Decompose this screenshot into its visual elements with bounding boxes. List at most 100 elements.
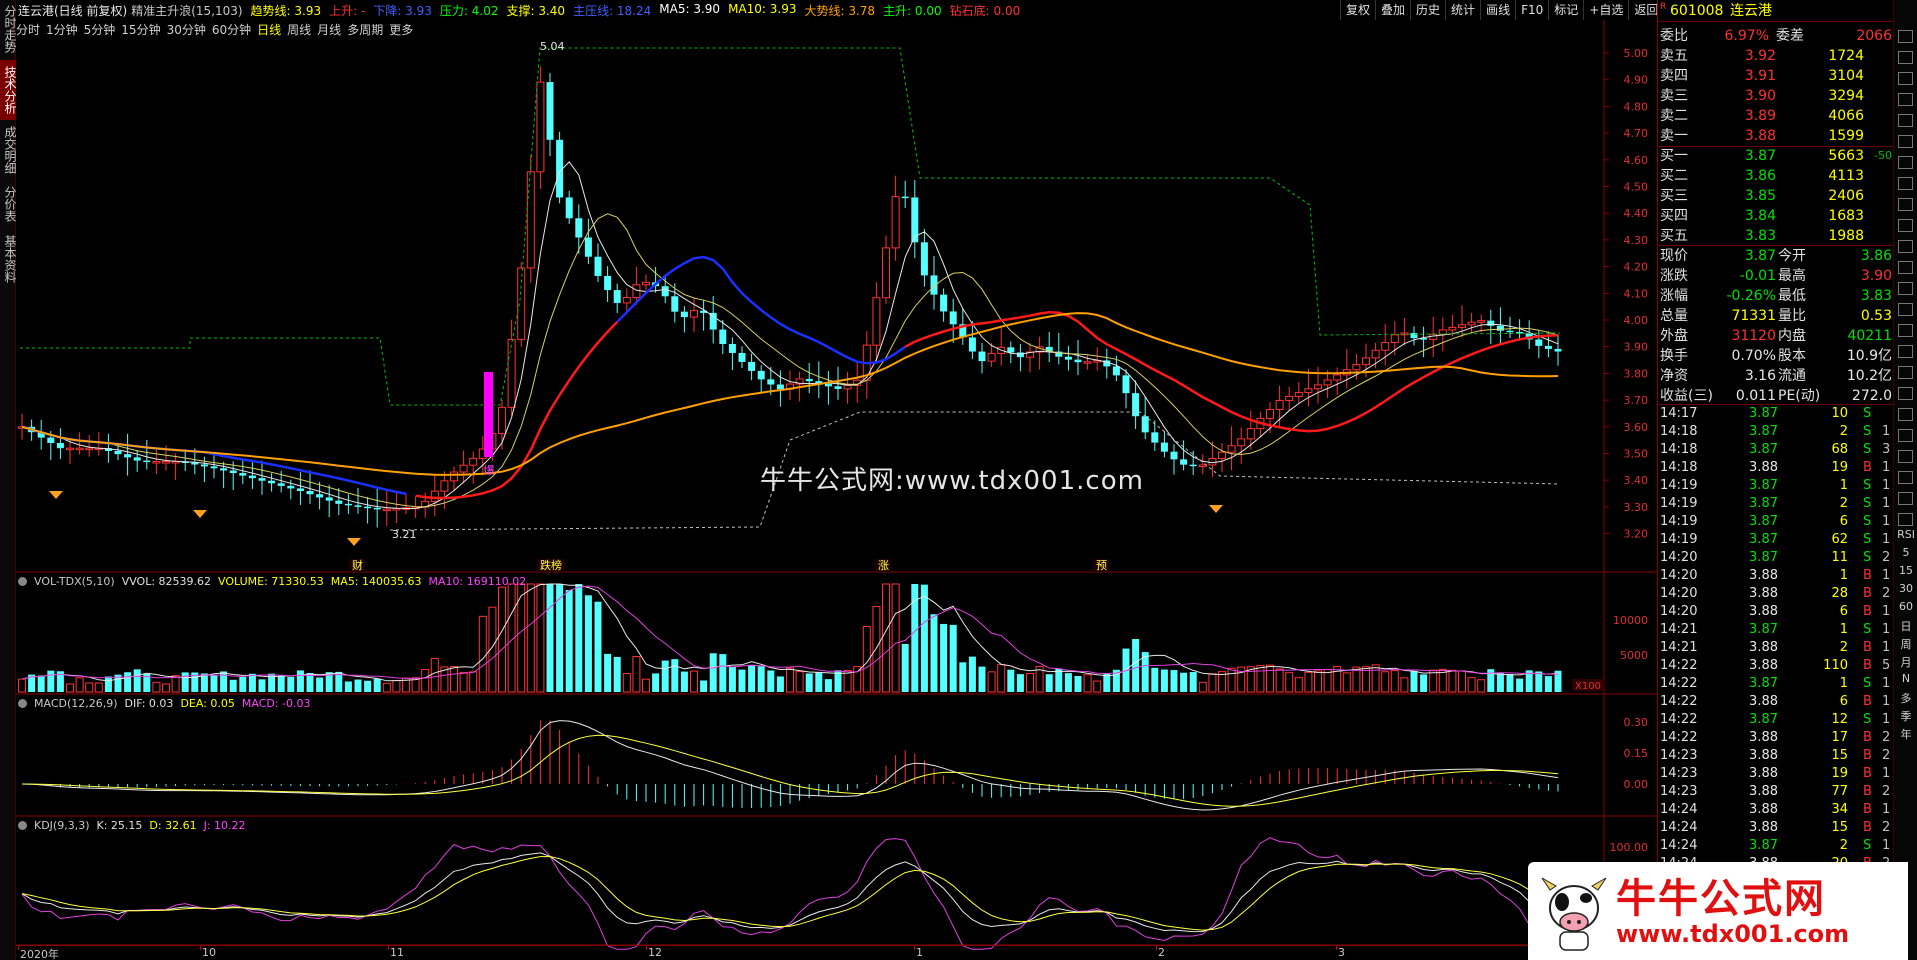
- vol_panel-label-4: MA10: 169110.02: [428, 575, 527, 588]
- time-axis-tick: [1156, 946, 1157, 950]
- export-icon[interactable]: [1898, 387, 1913, 400]
- right-tool-strip: RSI 5 15 30 60 日周月 N 多季年: [1893, 0, 1917, 960]
- info-value: 71331: [1731, 308, 1776, 324]
- candle-body: [296, 488, 304, 492]
- right-tool-1[interactable]: 5: [1897, 546, 1915, 559]
- tick-side: B: [1863, 640, 1872, 655]
- asks-row[interactable]: 卖五 3.92 1724: [1658, 46, 1894, 66]
- search-icon[interactable]: [1898, 219, 1913, 232]
- candle-body: [1074, 359, 1082, 363]
- print-icon[interactable]: [1898, 513, 1913, 526]
- refresh-icon[interactable]: [1898, 471, 1913, 484]
- grid-icon[interactable]: [1898, 135, 1913, 148]
- tick-side: B: [1863, 802, 1872, 817]
- tools-icon[interactable]: [1898, 261, 1913, 274]
- kdj-k-line: [21, 852, 1559, 933]
- note-icon[interactable]: [1898, 429, 1913, 442]
- right-tool-6[interactable]: 周: [1897, 636, 1915, 652]
- candle-body: [1064, 356, 1072, 360]
- tick-volume: 2: [1839, 640, 1848, 655]
- info-value-2: 10.9亿: [1846, 348, 1892, 364]
- volume-bar: [642, 678, 650, 693]
- volume-bar: [565, 589, 573, 692]
- volume-bar: [1180, 672, 1188, 692]
- event-label-2: 涨: [878, 559, 889, 572]
- draw-icon[interactable]: [1898, 282, 1913, 295]
- candle-body: [1275, 399, 1284, 410]
- candle-body: [258, 478, 266, 481]
- right-tool-0[interactable]: RSI: [1897, 528, 1915, 541]
- asks-row[interactable]: 卖四 3.91 3104: [1658, 66, 1894, 86]
- volume-bar: [162, 683, 170, 693]
- volume-bar: [469, 671, 478, 693]
- volume-bar: [1477, 679, 1486, 693]
- tick-price: 3.88: [1749, 586, 1778, 601]
- tick-price: 3.87: [1749, 622, 1778, 637]
- candle-icon[interactable]: [1898, 177, 1913, 190]
- candle-body: [430, 490, 439, 502]
- right-tool-4[interactable]: 60: [1897, 600, 1915, 613]
- right-tool-2[interactable]: 15: [1897, 564, 1915, 577]
- kdj_panel-label-0: KDJ(9,3,3): [34, 819, 90, 832]
- candle-body: [133, 457, 141, 461]
- tick-volume: 17: [1831, 730, 1848, 745]
- link-icon[interactable]: [1898, 366, 1913, 379]
- tick-time: 14:21: [1660, 640, 1698, 655]
- right-tool-5[interactable]: 日: [1897, 618, 1915, 634]
- tick-time: 14:22: [1660, 730, 1698, 745]
- candle-body: [316, 494, 324, 498]
- bids-price: 3.85: [1744, 188, 1776, 204]
- settings-gear-icon[interactable]: [18, 821, 27, 830]
- bids-row[interactable]: 买一 3.87 5663 -50: [1658, 146, 1894, 166]
- bids-row[interactable]: 买三 3.85 2406: [1658, 186, 1894, 206]
- settings-gear-icon[interactable]: [18, 577, 27, 586]
- arrow-icon[interactable]: [1898, 408, 1913, 421]
- tick-price: 3.88: [1749, 784, 1778, 799]
- price-tick-4: 4.60: [1624, 154, 1649, 167]
- right-tool-8[interactable]: N: [1897, 672, 1915, 685]
- tick-row: 14:19 3.87 2 S 1: [1658, 495, 1894, 513]
- tick-price: 3.88: [1749, 694, 1778, 709]
- bids-row[interactable]: 买四 3.84 1683: [1658, 206, 1894, 226]
- tick-volume: 2: [1839, 424, 1848, 439]
- candle-body: [1535, 339, 1543, 346]
- vol-tick-0: 10000: [1613, 614, 1648, 627]
- maximize-icon[interactable]: [1898, 30, 1913, 43]
- vol_panel-label-0: VOL-TDX(5,10): [34, 575, 115, 588]
- ruler-icon[interactable]: [1898, 324, 1913, 337]
- right-tool-3[interactable]: 30: [1897, 582, 1915, 595]
- right-tool-11[interactable]: 年: [1897, 726, 1915, 742]
- settings-icon[interactable]: [1898, 303, 1913, 316]
- chart-icon[interactable]: [1898, 51, 1913, 64]
- bids-row[interactable]: 买二 3.86 4113: [1658, 166, 1894, 186]
- volume-bar: [37, 675, 45, 692]
- info-label-2: 内盘: [1778, 328, 1806, 344]
- volume-bar: [1342, 672, 1351, 693]
- asks-row[interactable]: 卖三 3.90 3294: [1658, 86, 1894, 106]
- weicha-value: 2066: [1856, 28, 1892, 44]
- text-icon[interactable]: [1898, 492, 1913, 505]
- pen-tool-icon[interactable]: [1898, 450, 1913, 463]
- asks-row[interactable]: 卖一 3.88 1599: [1658, 126, 1894, 146]
- volume-bar: [1371, 664, 1380, 693]
- table-icon[interactable]: [1898, 72, 1913, 85]
- line-icon[interactable]: [1898, 93, 1913, 106]
- right-tool-7[interactable]: 月: [1897, 654, 1915, 670]
- candle-body: [940, 294, 948, 312]
- volume-bar: [1016, 674, 1024, 692]
- info-icon[interactable]: [1898, 240, 1913, 253]
- tick-time: 14:18: [1660, 460, 1698, 475]
- info-label: 总量: [1660, 308, 1688, 324]
- settings-gear-icon[interactable]: [18, 699, 27, 708]
- right-tool-10[interactable]: 季: [1897, 708, 1915, 724]
- pen-icon[interactable]: [1898, 198, 1913, 211]
- tick-time: 14:22: [1660, 712, 1698, 727]
- bids-row[interactable]: 买五 3.83 1988: [1658, 226, 1894, 246]
- tick-side: S: [1863, 550, 1872, 565]
- volume-bar: [546, 584, 554, 692]
- asks-row[interactable]: 卖二 3.89 4066: [1658, 106, 1894, 126]
- list-icon[interactable]: [1898, 156, 1913, 169]
- flag-icon[interactable]: [1898, 345, 1913, 358]
- bar-icon[interactable]: [1898, 114, 1913, 127]
- right-tool-9[interactable]: 多: [1897, 690, 1915, 706]
